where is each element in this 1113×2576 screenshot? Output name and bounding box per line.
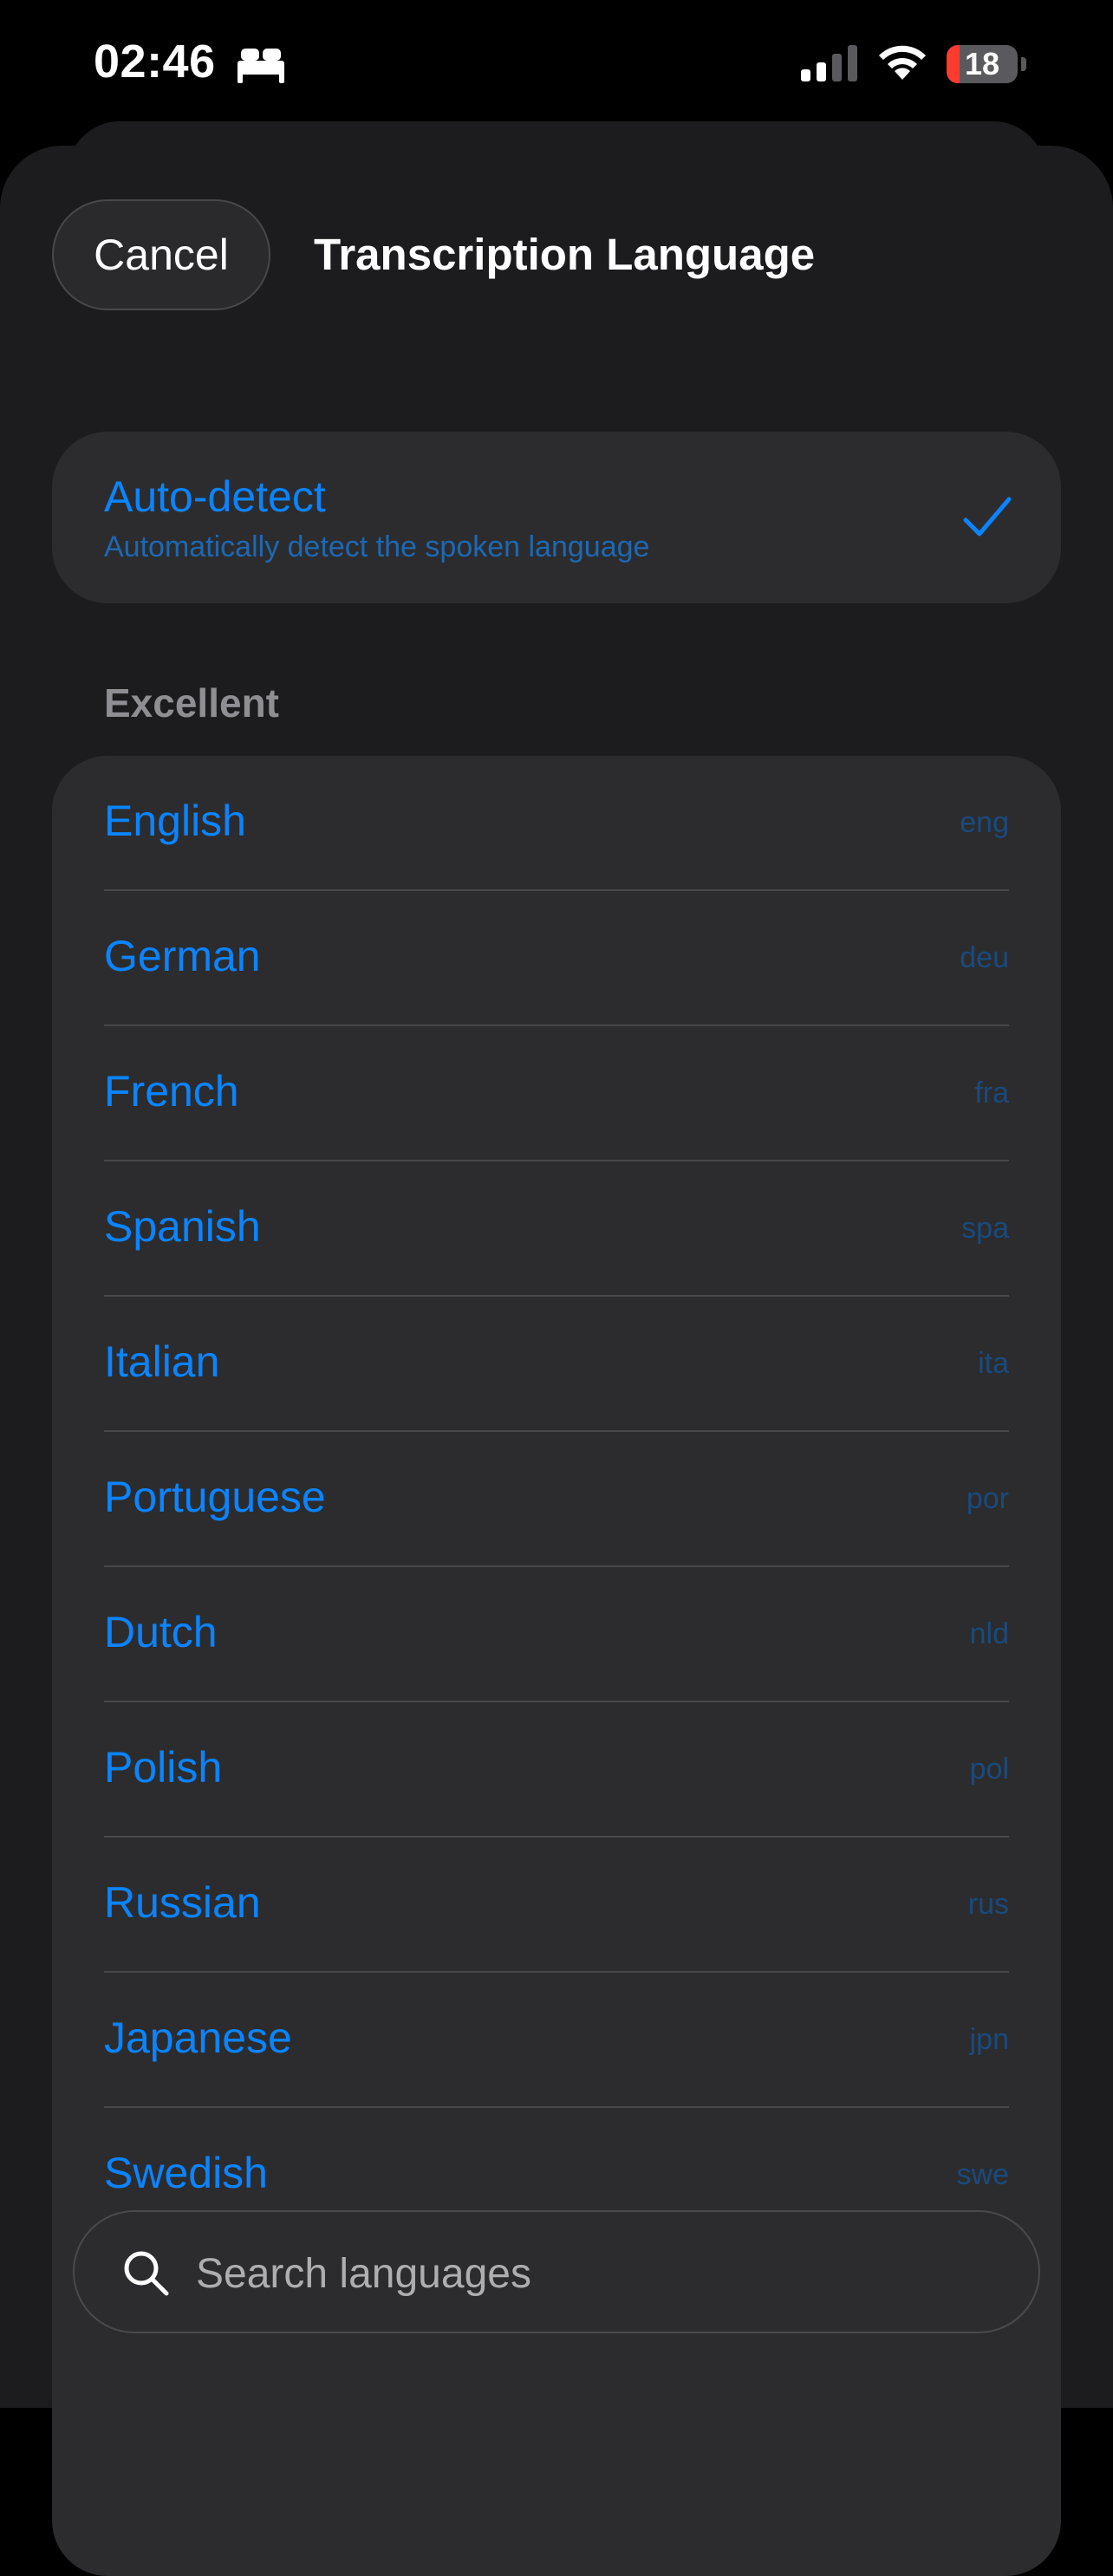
language-code: por xyxy=(966,1482,1009,1515)
battery-level: 18 xyxy=(964,46,1000,81)
language-item-spa[interactable]: Spanish spa xyxy=(104,1161,1061,1297)
auto-detect-title: Auto-detect xyxy=(104,472,326,521)
language-name: Dutch xyxy=(104,1608,218,1656)
auto-detect-subtitle: Automatically detect the spoken language xyxy=(104,530,650,563)
language-name: Portuguese xyxy=(104,1473,326,1521)
cellular-signal-icon xyxy=(801,45,857,81)
status-bar: 02:46 18 xyxy=(0,0,1113,121)
battery-indicator: 18 xyxy=(947,45,1030,83)
cancel-button[interactable]: Cancel xyxy=(52,199,270,310)
section-header-excellent: Excellent xyxy=(104,680,279,725)
status-time: 02:46 xyxy=(94,36,216,88)
search-input[interactable] xyxy=(194,2241,978,2306)
language-item-por[interactable]: Portuguese por xyxy=(104,1432,1061,1567)
auto-detect-option[interactable]: Auto-detect Automatically detect the spo… xyxy=(52,432,1061,603)
language-name: Japanese xyxy=(104,2013,292,2062)
language-name: English xyxy=(104,797,246,845)
language-item-pol[interactable]: Polish pol xyxy=(104,1702,1061,1838)
language-code: jpn xyxy=(969,2023,1009,2056)
language-item-deu[interactable]: German deu xyxy=(104,891,1061,1026)
language-name: German xyxy=(104,932,261,980)
language-name: Polish xyxy=(104,1743,223,1792)
language-item-fra[interactable]: French fra xyxy=(104,1026,1061,1161)
language-code: spa xyxy=(961,1212,1009,1245)
checkmark-icon xyxy=(963,497,1012,537)
language-code: pol xyxy=(969,1753,1009,1786)
language-name: Russian xyxy=(104,1878,261,1927)
search-icon xyxy=(124,2251,169,2296)
language-code: deu xyxy=(960,941,1009,974)
search-bar[interactable] xyxy=(73,2210,1040,2333)
language-code: rus xyxy=(967,1888,1009,1921)
language-code: swe xyxy=(956,2158,1009,2191)
language-code: eng xyxy=(960,806,1009,839)
language-name: French xyxy=(104,1067,239,1116)
language-item-jpn[interactable]: Japanese jpn xyxy=(104,1973,1061,2108)
language-item-rus[interactable]: Russian rus xyxy=(104,1838,1061,1973)
bed-icon xyxy=(238,49,284,83)
sheet-title: Transcription Language xyxy=(314,230,816,279)
language-name: Swedish xyxy=(104,2149,268,2197)
language-name: Spanish xyxy=(104,1202,261,1251)
language-code: ita xyxy=(978,1347,1009,1380)
language-item-eng[interactable]: English eng xyxy=(104,756,1061,891)
language-item-nld[interactable]: Dutch nld xyxy=(104,1567,1061,1702)
language-sheet: Cancel Transcription Language Auto-detec… xyxy=(0,146,1113,2576)
language-code: fra xyxy=(974,1077,1009,1109)
language-code: nld xyxy=(969,1617,1009,1650)
language-name: Italian xyxy=(104,1337,220,1386)
wifi-icon xyxy=(879,45,926,80)
language-item-ita[interactable]: Italian ita xyxy=(104,1297,1061,1432)
